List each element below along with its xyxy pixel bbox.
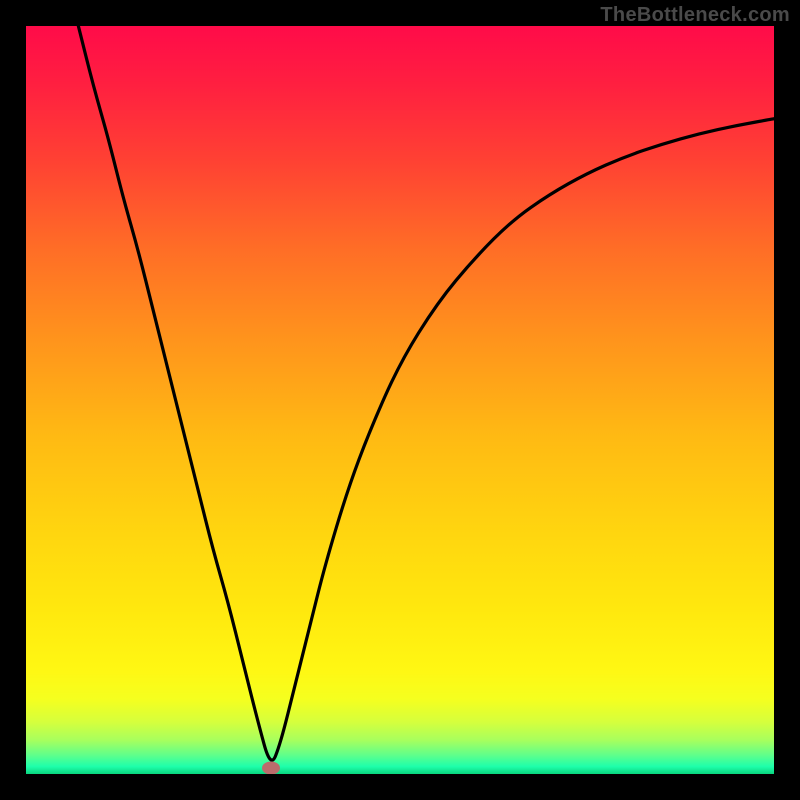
plot-area (26, 26, 774, 774)
minimum-marker (262, 762, 280, 775)
chart-frame: TheBottleneck.com (0, 0, 800, 800)
chart-svg (26, 26, 774, 774)
attribution-label: TheBottleneck.com (600, 4, 790, 27)
gradient-background (26, 26, 774, 774)
